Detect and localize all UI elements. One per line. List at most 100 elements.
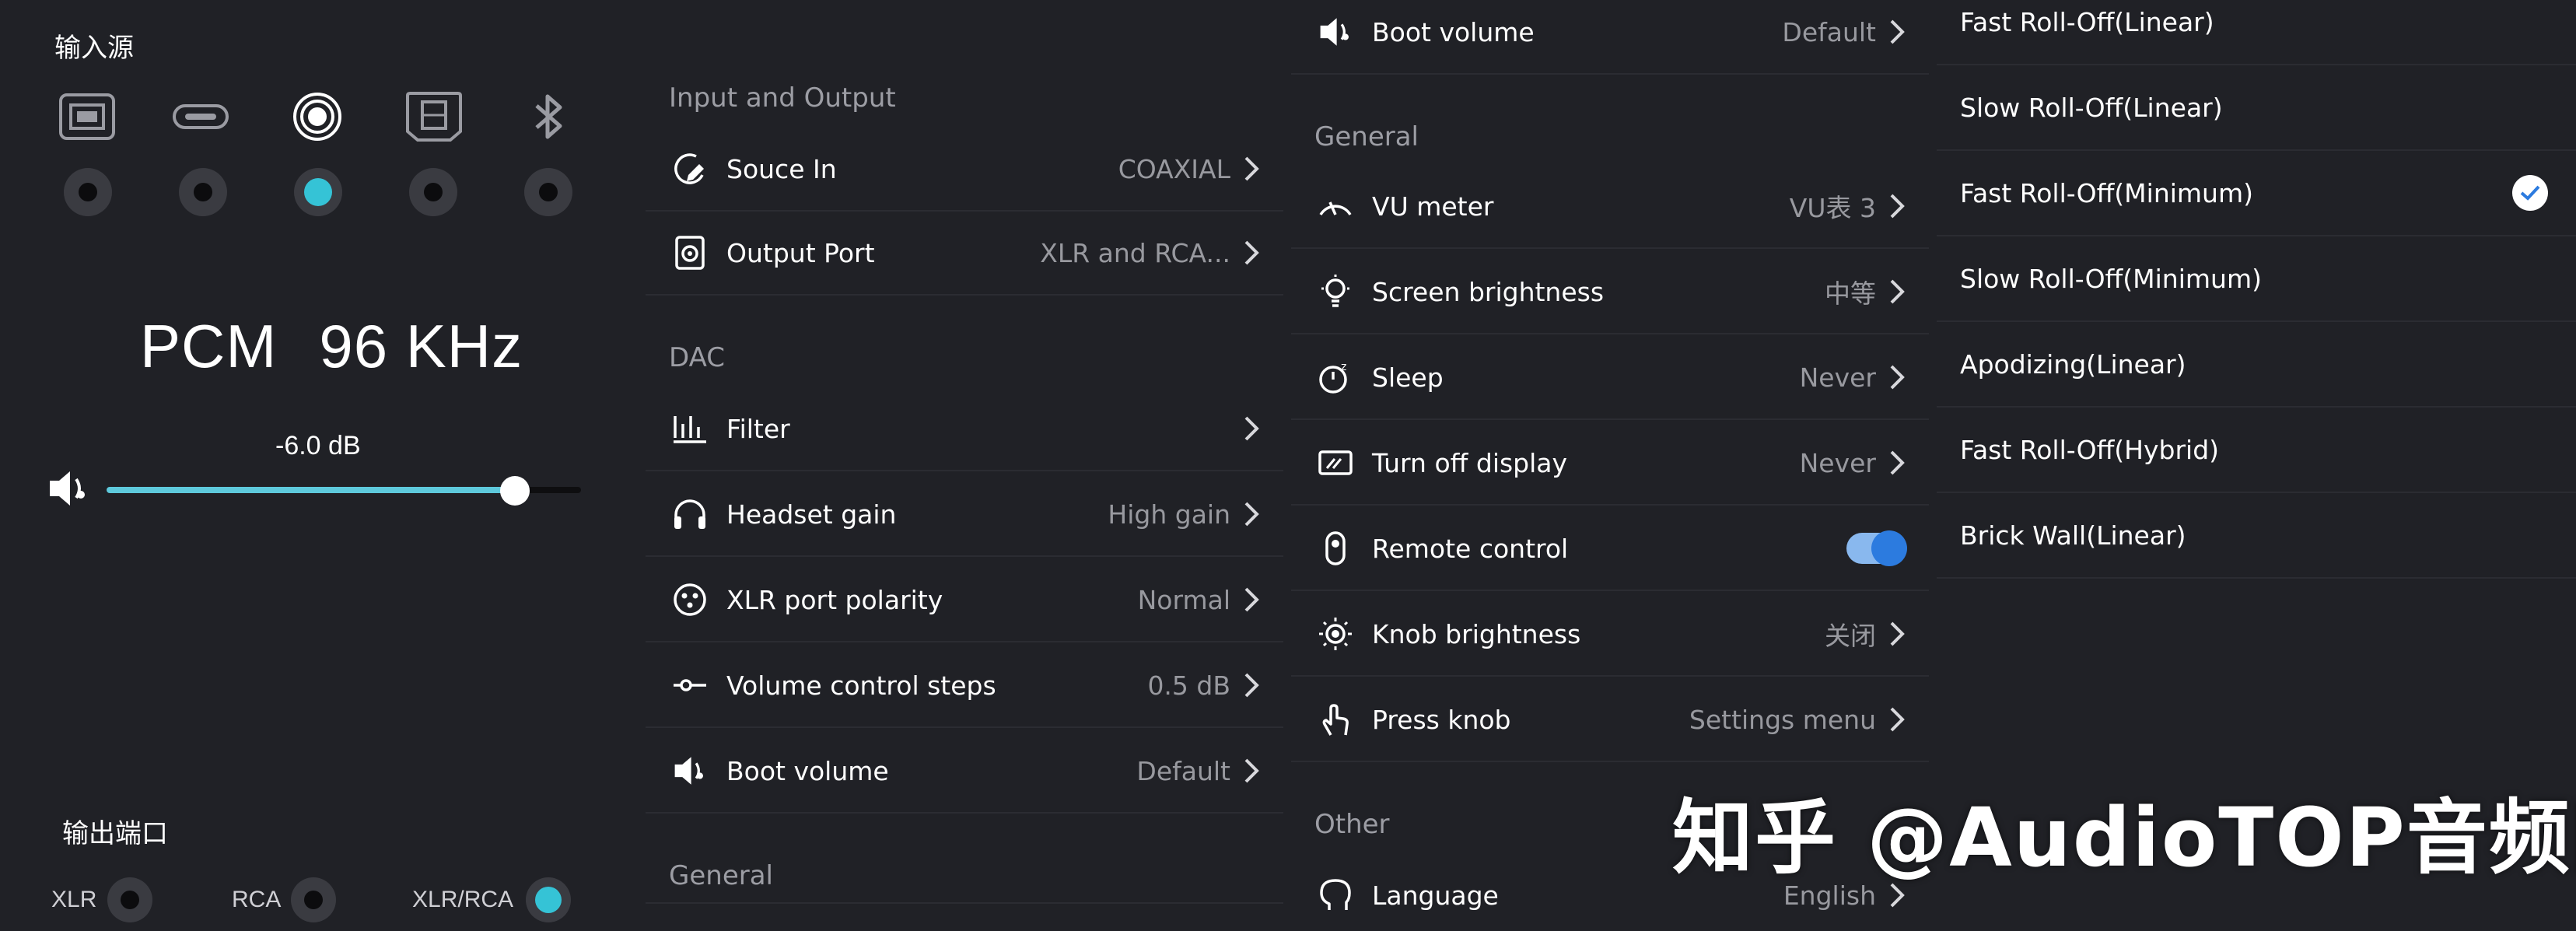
checkmark-icon [2512, 175, 2548, 211]
chevron-right-icon [1244, 240, 1259, 265]
watermark: 知乎 @AudioTOP音频网 [1672, 790, 2576, 885]
volume-slider-fill [107, 487, 515, 493]
input-output-panel: 输入源 PCM 96 KHz -6.0 dB 输出端口 XLR RCA XLR/R… [0, 0, 630, 931]
setting-row-volume-steps[interactable]: Volume control steps 0.5 dB [646, 644, 1283, 728]
section-title-dac: DAC [669, 342, 725, 373]
setting-value: High gain [1108, 499, 1230, 530]
setting-label: Sleep [1372, 362, 1444, 393]
filter-option-label: Brick Wall(Linear) [1960, 520, 2186, 551]
setting-row-output-port[interactable]: Output Port XLR and RCA... [646, 212, 1283, 296]
headphones-icon [669, 493, 711, 535]
filter-option-label: Apodizing(Linear) [1960, 348, 2186, 380]
setting-row-knob-brightness[interactable]: Knob brightness 关闭 [1291, 593, 1929, 677]
chevron-right-icon [1244, 758, 1259, 783]
optical-icon[interactable] [403, 86, 465, 148]
section-title-general: General [1314, 121, 1419, 152]
setting-row-vu-meter[interactable]: VU meter VU表 3 [1291, 165, 1929, 249]
usb-c-icon[interactable] [170, 86, 232, 148]
filter-option[interactable]: Brick Wall(Linear) [1937, 493, 2576, 579]
setting-row-sleep[interactable]: z Sleep Never [1291, 336, 1929, 420]
remote-control-toggle[interactable] [1846, 530, 1907, 566]
chevron-right-icon [1244, 416, 1259, 441]
output-label-rca: RCA [232, 887, 282, 912]
output-radio-rca[interactable] [291, 877, 336, 922]
coaxial-icon[interactable] [286, 86, 348, 148]
chevron-right-icon [1890, 279, 1905, 304]
source-radio-bluetooth[interactable] [524, 168, 572, 216]
chevron-right-icon [1244, 502, 1259, 527]
input-source-title: 输入源 [54, 33, 134, 64]
setting-row-screen-brightness[interactable]: Screen brightness 中等 [1291, 250, 1929, 334]
setting-row-filter[interactable]: Filter [646, 387, 1283, 471]
source-radio-optical[interactable] [409, 168, 457, 216]
setting-row-source-in[interactable]: Souce In COAXIAL [646, 128, 1283, 212]
source-radio-coaxial[interactable] [294, 168, 342, 216]
sleep-timer-icon: z [1314, 356, 1356, 398]
chevron-right-icon [1890, 707, 1905, 732]
brightness-bulb-icon [1314, 271, 1356, 313]
source-radio-usb-c[interactable] [179, 168, 227, 216]
setting-label: Souce In [726, 153, 837, 184]
volume-steps-icon [669, 664, 711, 706]
source-radio-usb-b[interactable] [64, 168, 112, 216]
divider [646, 902, 1283, 904]
chevron-right-icon [1244, 673, 1259, 698]
vu-meter-icon [1314, 185, 1356, 227]
setting-value: Settings menu [1689, 704, 1876, 735]
bluetooth-icon[interactable] [518, 86, 580, 148]
volume-slider-thumb[interactable] [499, 476, 530, 506]
filter-option[interactable]: Fast Roll-Off(Linear) [1937, 0, 2576, 65]
settings-panel-io-dac: Input and Output Souce In COAXIAL Output… [646, 0, 1283, 931]
chevron-right-icon [1890, 450, 1905, 475]
setting-value: Default [1782, 16, 1876, 47]
setting-value: Normal [1137, 584, 1230, 615]
chevron-right-icon [1890, 621, 1905, 646]
sample-rate-label: 96 KHz [319, 312, 523, 380]
setting-value: Never [1799, 362, 1876, 393]
speaker-icon [669, 750, 711, 792]
setting-label: Output Port [726, 237, 875, 268]
filter-option[interactable]: Fast Roll-Off(Hybrid) [1937, 408, 2576, 493]
setting-row-turn-off-display[interactable]: Turn off display Never [1291, 422, 1929, 506]
setting-label: VU meter [1372, 191, 1494, 222]
filter-option[interactable]: Apodizing(Linear) [1937, 322, 2576, 408]
chevron-right-icon [1890, 19, 1905, 44]
setting-label: Filter [726, 413, 790, 444]
setting-value: 中等 [1825, 278, 1876, 309]
chevron-right-icon [1244, 156, 1259, 181]
filter-option[interactable]: Slow Roll-Off(Minimum) [1937, 236, 2576, 322]
setting-row-headset-gain[interactable]: Headset gain High gain [646, 473, 1283, 557]
output-radio-xlr[interactable] [107, 877, 152, 922]
setting-value: Never [1799, 447, 1876, 478]
filter-option-label: Fast Roll-Off(Minimum) [1960, 177, 2253, 208]
filter-option[interactable]: Slow Roll-Off(Linear) [1937, 65, 2576, 151]
press-knob-icon [1314, 698, 1356, 740]
section-title-input-output: Input and Output [669, 82, 896, 114]
format-label: PCM [140, 312, 278, 380]
section-title-other: Other [1314, 809, 1390, 840]
setting-label: Boot volume [726, 755, 889, 786]
setting-row-boot-volume[interactable]: Boot volume Default [646, 730, 1283, 814]
setting-row-remote-control[interactable]: Remote control [1291, 507, 1929, 591]
output-label-xlr-rca: XLR/RCA [412, 887, 514, 912]
volume-db-label: -6.0 dB [275, 431, 361, 460]
filter-option-selected[interactable]: Fast Roll-Off(Minimum) [1937, 151, 2576, 236]
setting-row-boot-volume[interactable]: Boot volume Default [1291, 0, 1929, 75]
setting-label: Volume control steps [726, 670, 996, 701]
setting-value: VU表 3 [1789, 193, 1876, 223]
source-in-icon [669, 148, 711, 190]
setting-row-press-knob[interactable]: Press knob Settings menu [1291, 678, 1929, 762]
usb-b-icon[interactable] [56, 86, 118, 148]
output-port-title: 输出端口 [62, 818, 168, 849]
setting-label: Remote control [1372, 533, 1569, 564]
display-off-icon [1314, 442, 1356, 484]
output-port-icon [669, 232, 711, 274]
output-radio-xlr-rca[interactable] [526, 877, 571, 922]
setting-label: Screen brightness [1372, 276, 1605, 307]
speaker-icon[interactable] [47, 468, 90, 509]
setting-value: XLR and RCA... [1040, 237, 1230, 268]
setting-row-xlr-polarity[interactable]: XLR port polarity Normal [646, 558, 1283, 642]
filter-option-label: Slow Roll-Off(Minimum) [1960, 263, 2262, 294]
language-icon [1314, 874, 1356, 916]
setting-label: XLR port polarity [726, 584, 943, 615]
